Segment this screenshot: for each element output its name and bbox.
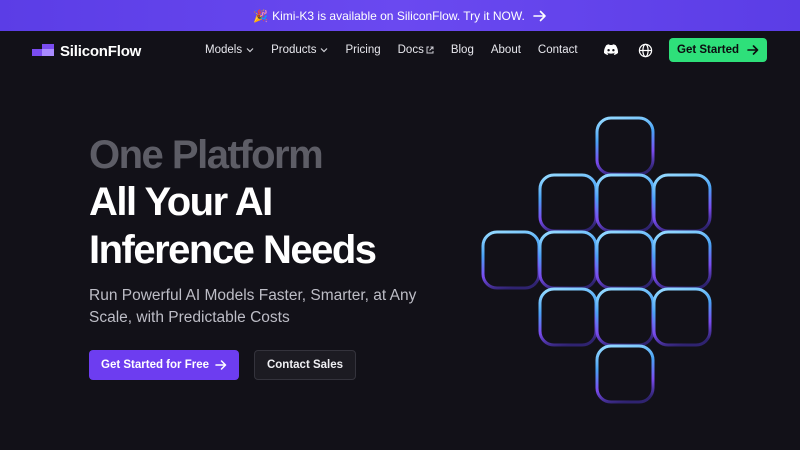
nav-item-about[interactable]: About (491, 44, 521, 56)
nav-item-label: Contact (537, 44, 578, 56)
chevron-down-icon (321, 48, 328, 53)
nav-item-models[interactable]: Models (205, 44, 254, 56)
siliconflow-logo-icon (32, 42, 54, 61)
nav-item-label: Docs (397, 44, 424, 56)
nav-item-label: Blog (450, 44, 474, 56)
chevron-down-icon (246, 48, 254, 53)
brand-name: SiliconFlow (60, 43, 142, 60)
hero-heading-line-1: One Platform (89, 133, 324, 177)
nav-item-contact[interactable]: Contact (538, 44, 578, 56)
nav-item-label: Models (205, 44, 243, 56)
nav-item-label: Pricing (345, 44, 381, 56)
hero-subtitle: Run Powerful AI Models Faster, Smarter, … (89, 287, 417, 326)
hero-heading-line-3: Inference Needs (89, 228, 377, 272)
announcement-banner[interactable]: 🎉 Kimi-K3 is available on SiliconFlow. T… (0, 0, 800, 31)
announcement-text[interactable]: Kimi-K3 is available on SiliconFlow. Try… (272, 9, 525, 23)
nav-item-docs[interactable]: Docs (398, 44, 434, 56)
button-label: Get Started for Free (101, 359, 209, 371)
arrow-right-icon[interactable] (533, 10, 547, 22)
hero-heading-line-2: All Your AI (89, 180, 273, 224)
get-started-free-button[interactable]: Get Started for Free (89, 350, 239, 380)
nav-item-label: About (490, 44, 521, 56)
contact-sales-button[interactable]: Contact Sales (254, 350, 356, 380)
button-label: Contact Sales (266, 359, 344, 371)
arrow-right-icon (215, 360, 227, 370)
hero-grid-graphic (470, 110, 730, 420)
nav-item-label: Products (271, 44, 317, 56)
brand-logo[interactable]: SiliconFlow (32, 42, 141, 61)
main-menu: Models Products Pricing Docs Blog About … (205, 31, 595, 69)
discord-icon[interactable] (602, 41, 620, 59)
get-started-nav-button[interactable]: Get Started (669, 38, 767, 62)
nav-item-products[interactable]: Products (271, 44, 328, 56)
cta-label: Get Started (677, 44, 739, 56)
nav-item-pricing[interactable]: Pricing (345, 44, 380, 56)
globe-icon[interactable] (636, 41, 654, 59)
nav-item-blog[interactable]: Blog (451, 44, 474, 56)
arrow-right-icon (747, 45, 759, 55)
party-emoji: 🎉 (253, 8, 269, 23)
top-navigation: SiliconFlow Models Products Pricing Docs… (0, 31, 800, 69)
external-link-icon (426, 46, 434, 54)
